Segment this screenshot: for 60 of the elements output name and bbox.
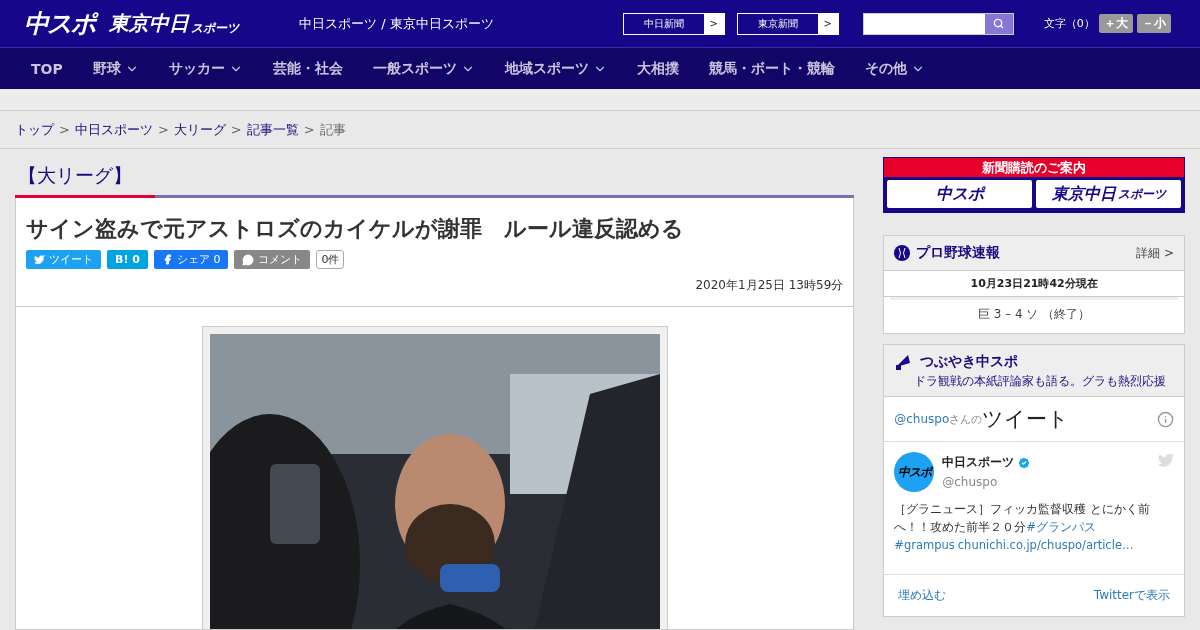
nav-item[interactable]: 野球: [92, 59, 139, 78]
share-button[interactable]: シェア 0: [153, 250, 229, 269]
nav-item[interactable]: 大相撲: [636, 59, 679, 78]
nav-item[interactable]: 一般スポーツ: [372, 59, 475, 78]
site-name: 中日スポーツ / 東京中日スポーツ: [299, 14, 494, 33]
verified-icon: [1017, 455, 1032, 470]
nav-item[interactable]: その他: [864, 59, 925, 78]
panel-title: つぶやき中スポ: [920, 353, 1019, 371]
nav-item[interactable]: 芸能・社会: [272, 59, 343, 78]
site-logo[interactable]: 東京中日スポーツ: [109, 10, 239, 37]
panel-subtitle: ドラ観戦の本紙評論家も語る。グラも熱烈応援: [913, 373, 1168, 390]
tweet-link[interactable]: #グランパス: [1026, 520, 1096, 534]
newspaper-link[interactable]: 中日新聞 >: [622, 12, 725, 35]
current-page-label: 記事: [319, 120, 346, 139]
account-name[interactable]: 中日スポーツ: [942, 454, 1032, 471]
breadcrumb-separator: >: [157, 122, 169, 137]
nav-item[interactable]: TOP: [31, 60, 63, 77]
breadcrumb-link[interactable]: 大リーグ: [173, 120, 226, 139]
handle-suffix: さんの: [949, 411, 983, 426]
view-on-twitter-link[interactable]: Twitterで表示: [1093, 587, 1170, 604]
category-heading: 【大リーグ】: [17, 163, 133, 188]
game-score: 巨 3 – 4 ソ （終了）: [890, 297, 1178, 333]
search-field[interactable]: [862, 12, 1014, 35]
tweet-link[interactable]: chunichi.co.jp/chuspo/article…: [957, 538, 1134, 552]
article-title: サイン盗みで元アストロズのカイケルが謝罪 ルール違反認める: [26, 215, 685, 243]
update-time: 10月23日21時42分現在: [884, 271, 1184, 297]
font-size-label: 文字（0）: [1043, 16, 1095, 31]
detail-link[interactable]: 詳細 >: [1136, 244, 1174, 262]
embed-link[interactable]: 埋め込む: [898, 587, 947, 604]
breadcrumb-link[interactable]: 記事一覧: [246, 120, 299, 139]
timeline-heading: ツイート: [982, 406, 1070, 433]
account-handle[interactable]: @chuspo: [942, 475, 998, 489]
breadcrumb-separator: >: [303, 122, 315, 137]
breadcrumb-separator: >: [59, 122, 70, 137]
search-icon: [993, 18, 1005, 29]
breadcrumb-link[interactable]: 中日スポーツ: [74, 120, 153, 139]
search-button[interactable]: [984, 13, 1013, 34]
speech-bubble-icon: [242, 253, 255, 266]
newspaper-logo[interactable]: 東京中日スポーツ: [1036, 180, 1181, 208]
nav-item[interactable]: 地域スポーツ: [504, 59, 607, 78]
tweet-link[interactable]: #grampus: [894, 538, 955, 552]
bird-icon: [34, 254, 45, 265]
subscription-banner[interactable]: 新聞購読のご案内 中スポ 東京中日スポーツ: [883, 157, 1185, 213]
subscription-title: 新聞購読のご案内: [884, 158, 1184, 177]
avatar[interactable]: 中スポ: [894, 452, 935, 492]
newspaper-logo[interactable]: 中スポ: [887, 180, 1033, 208]
breadcrumb-link[interactable]: トップ: [15, 120, 54, 139]
tweet-text: ［グラニュース］フィッカ監督収穫 とにかく前へ！！攻めた前半２０分#グランパス #grampus chunichi.co.jp/chuspo/article…: [894, 501, 1151, 554]
comment-count: 0件: [316, 250, 345, 269]
publish-date: 2020年1月25日 13時59分: [694, 277, 844, 294]
bird-icon: [1158, 452, 1174, 468]
comment-button[interactable]: コメント: [234, 250, 311, 269]
nav-item[interactable]: サッカー: [168, 59, 243, 78]
baseball-icon: [894, 245, 911, 261]
breadcrumb-separator: >: [230, 122, 242, 137]
handle-link[interactable]: @chuspo: [894, 412, 950, 426]
panel-title: プロ野球速報: [916, 244, 1001, 262]
nav-item[interactable]: 競馬・ボート・競輪: [708, 59, 835, 78]
newspaper-link[interactable]: 東京新聞 >: [736, 12, 839, 35]
info-icon[interactable]: [1157, 410, 1174, 428]
